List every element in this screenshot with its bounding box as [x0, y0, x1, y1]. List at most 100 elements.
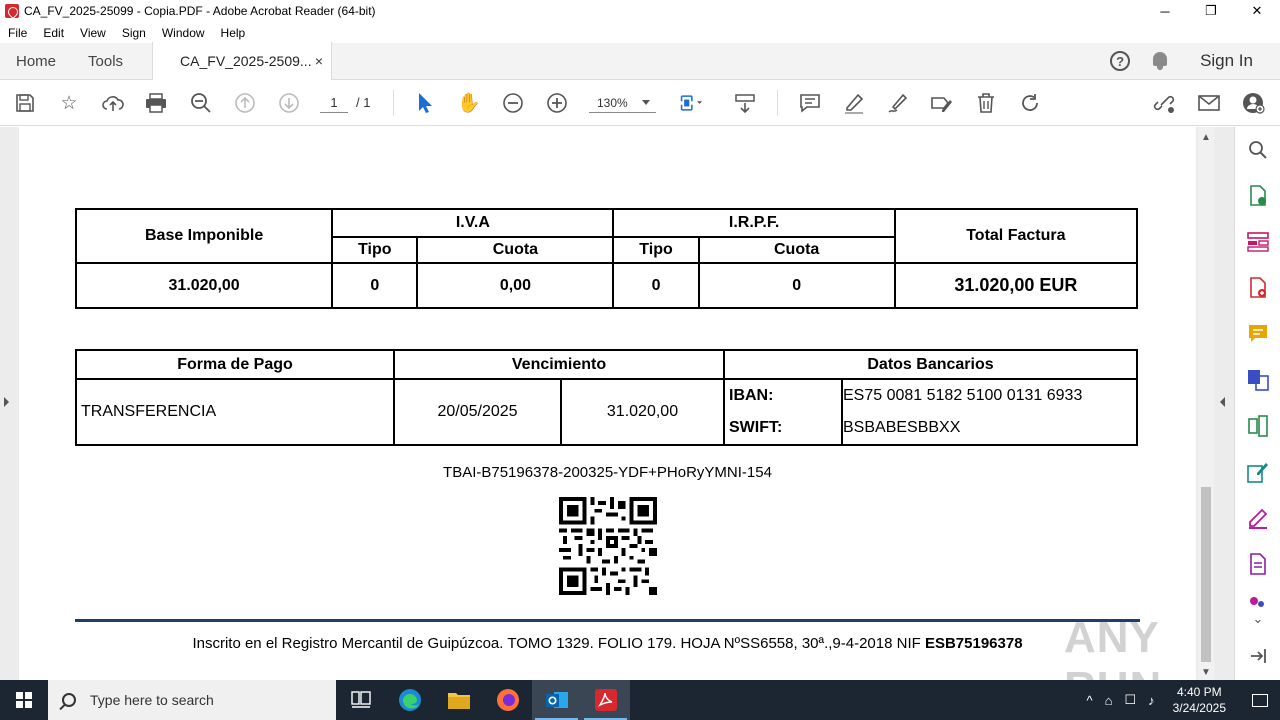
zoom-in-icon[interactable] — [545, 92, 569, 114]
print-icon[interactable] — [144, 92, 168, 114]
combine-files-icon[interactable] — [1247, 369, 1269, 391]
value-total-factura: 31.020,00 EUR — [893, 262, 1139, 309]
collapse-panel-icon[interactable] — [1247, 645, 1269, 667]
scroll-thumb[interactable] — [1201, 487, 1211, 662]
minimize-button[interactable]: ─ — [1142, 0, 1188, 22]
tab-document[interactable]: CA_FV_2025-2509... × — [152, 42, 333, 80]
network-icon[interactable]: ⌂ — [1105, 693, 1113, 708]
value-irpf-cuota: 0 — [697, 262, 896, 309]
save-icon[interactable] — [13, 92, 37, 114]
share-link-icon[interactable] — [1152, 92, 1176, 114]
next-page-icon[interactable] — [277, 92, 301, 114]
menu-view[interactable]: View — [72, 26, 114, 40]
bookmark-star-icon[interactable]: ☆ — [57, 92, 81, 114]
highlight-pen-icon[interactable] — [842, 92, 866, 114]
compress-pdf-icon[interactable] — [1247, 415, 1269, 437]
menu-window[interactable]: Window — [154, 26, 213, 40]
page-fit-icon[interactable] — [679, 92, 703, 114]
right-tools-panel: ⌄ — [1234, 127, 1280, 680]
maximize-button[interactable]: ❐ — [1188, 0, 1234, 22]
scroll-up-icon[interactable]: ▲ — [1201, 132, 1211, 143]
chevron-up-icon[interactable]: ^ — [1086, 693, 1092, 708]
clock-time: 4:40 PM — [1176, 685, 1222, 699]
organize-pages-icon[interactable] — [1247, 231, 1269, 253]
footer-divider — [75, 619, 1140, 622]
draw-freehand-icon[interactable] — [886, 92, 910, 114]
header-irpf: I.R.P.F. — [612, 208, 896, 238]
acrobat-taskbar-icon[interactable] — [581, 680, 630, 720]
firefox-icon[interactable] — [483, 680, 532, 720]
zoom-search-icon[interactable] — [189, 92, 213, 114]
clock-date: 3/24/2025 — [1172, 701, 1226, 715]
zoom-select[interactable]: 130% — [589, 93, 656, 113]
clock[interactable]: 4:40 PM 3/24/2025 — [1173, 684, 1226, 716]
chevron-down-icon[interactable]: ⌄ — [1247, 611, 1269, 627]
tab-tools[interactable]: Tools — [72, 43, 139, 80]
sign-in-button[interactable]: Sign In — [1200, 51, 1253, 71]
outlook-icon[interactable] — [532, 680, 581, 720]
header-irpf-tipo: Tipo — [612, 236, 700, 264]
email-icon[interactable] — [1197, 92, 1221, 114]
stamp-edit-icon[interactable] — [930, 92, 954, 114]
volume-icon[interactable]: ♪ — [1148, 693, 1155, 708]
value-iva-tipo: 0 — [331, 262, 419, 309]
menu-help[interactable]: Help — [213, 26, 254, 40]
close-window-button[interactable]: ✕ — [1234, 0, 1280, 22]
menu-sign[interactable]: Sign — [114, 26, 154, 40]
rotate-icon[interactable] — [1018, 92, 1042, 114]
task-view-button[interactable] — [336, 680, 385, 720]
tab-bar: Home Tools CA_FV_2025-2509... × ? Sign I… — [0, 42, 1280, 80]
select-cursor-icon[interactable] — [413, 92, 437, 114]
search-icon — [62, 693, 76, 707]
close-tab-icon[interactable]: × — [315, 53, 323, 69]
page-number-input[interactable]: 1 — [320, 93, 348, 113]
menu-file[interactable]: File — [0, 26, 35, 40]
payment-table: Forma de Pago Vencimiento Datos Bancario… — [75, 349, 1138, 446]
vertical-scrollbar[interactable]: ▲ ▼ — [1198, 127, 1214, 680]
wifi-icon[interactable]: ☐ — [1124, 692, 1136, 708]
tab-document-label: CA_FV_2025-2509... — [180, 53, 312, 69]
menu-edit[interactable]: Edit — [35, 26, 72, 40]
zoom-value: 130% — [597, 96, 628, 110]
window-title: CA_FV_2025-25099 - Copia.PDF - Adobe Acr… — [24, 4, 376, 18]
notifications-bell-icon[interactable] — [1152, 52, 1168, 70]
comment-icon[interactable] — [798, 92, 822, 114]
left-panel-toggle-icon[interactable] — [4, 397, 9, 407]
header-base-imponible: Base Imponible — [74, 208, 334, 264]
scroll-down-icon[interactable]: ▼ — [1201, 667, 1211, 678]
file-explorer-icon[interactable] — [434, 680, 483, 720]
scroll-mode-icon[interactable] — [733, 92, 757, 114]
header-vencimiento: Vencimiento — [393, 349, 725, 380]
add-user-icon[interactable] — [1241, 92, 1265, 114]
value-fecha-vencimiento: 20/05/2025 — [393, 378, 562, 446]
toolbar-divider — [777, 90, 778, 116]
swift-value: BSBABESBBXX — [843, 419, 961, 436]
help-icon[interactable]: ? — [1110, 51, 1131, 71]
notification-center-icon[interactable] — [1240, 680, 1280, 720]
document-viewport[interactable]: Base Imponible I.V.A I.R.P.F. Total Fact… — [0, 127, 1234, 680]
taskbar-search[interactable]: Type here to search — [48, 680, 336, 720]
comment-tool-icon[interactable] — [1247, 323, 1269, 345]
header-iva-cuota: Cuota — [416, 236, 615, 264]
upload-cloud-icon[interactable] — [101, 92, 125, 114]
right-panel-toggle-icon[interactable] — [1220, 397, 1225, 407]
totals-table: Base Imponible I.V.A I.R.P.F. Total Fact… — [74, 208, 1139, 309]
more-tools-icon[interactable] — [1247, 595, 1269, 609]
chevron-down-icon — [642, 100, 650, 105]
search-zoom-icon[interactable] — [1247, 139, 1269, 161]
start-button[interactable] — [0, 680, 48, 720]
zoom-out-icon[interactable] — [501, 92, 525, 114]
delete-trash-icon[interactable] — [974, 92, 998, 114]
edit-pdf-icon[interactable] — [1247, 461, 1269, 483]
header-iva: I.V.A — [331, 208, 615, 238]
tab-home[interactable]: Home — [0, 43, 72, 80]
footer-registry-text: Inscrito en el Registro Mercantil de Gui… — [192, 635, 921, 652]
fill-sign-icon[interactable] — [1247, 507, 1269, 529]
qr-code — [559, 497, 657, 595]
edge-browser-icon[interactable] — [385, 680, 434, 720]
create-pdf-icon[interactable] — [1247, 277, 1269, 299]
export-pdf-icon[interactable] — [1247, 185, 1269, 207]
previous-page-icon[interactable] — [233, 92, 257, 114]
hand-tool-icon[interactable]: ✋ — [457, 92, 481, 114]
protect-pdf-icon[interactable] — [1247, 553, 1269, 575]
